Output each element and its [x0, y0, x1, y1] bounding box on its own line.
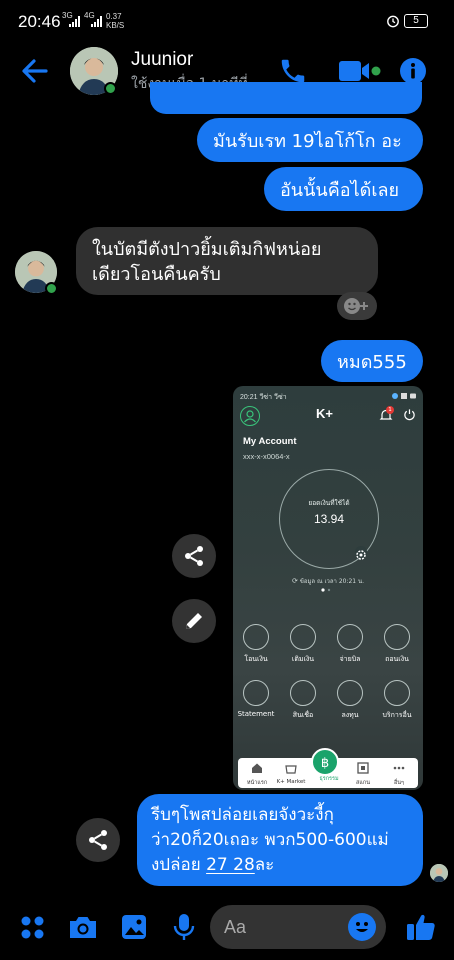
- message-line: รีบๆโพสปล่อยเลยจังวะงี้กุ: [151, 805, 334, 825]
- add-reaction-button[interactable]: [337, 292, 377, 320]
- message-composer: [0, 898, 454, 960]
- shared-image[interactable]: 20:21 วีซ่า วีซ่า K+ 1 My Account xxx-x-…: [233, 386, 423, 790]
- apps-icon[interactable]: [20, 912, 46, 942]
- message-bubble-outgoing[interactable]: หมด555: [321, 340, 423, 382]
- balance-label: ยอดเงินที่ใช้ได้: [308, 499, 350, 507]
- settings-gear-icon: [355, 546, 367, 560]
- message-bubble-partial[interactable]: [150, 82, 422, 114]
- message-line: เดียวโอนคืนครับ: [92, 264, 221, 285]
- share-icon: [89, 830, 107, 850]
- share-button[interactable]: [172, 534, 216, 578]
- balance-value: 13.94: [313, 512, 345, 526]
- status-time: 20:46: [18, 12, 61, 31]
- message-bubble-outgoing[interactable]: อันนั้นคือได้เลย: [264, 167, 423, 211]
- pencil-icon: [186, 613, 202, 629]
- contact-name[interactable]: Juunior: [131, 49, 193, 71]
- emoji-button[interactable]: [348, 913, 376, 941]
- read-receipt-avatar: [430, 864, 448, 882]
- online-status-dot: [104, 82, 117, 95]
- profile-icon: [240, 406, 260, 426]
- account-number: xxx-x-x0064-x: [243, 452, 290, 461]
- battery-indicator: 5: [404, 14, 428, 28]
- tile-topup: เติมเงิน: [281, 624, 325, 665]
- signal-bars-icon: [91, 16, 102, 27]
- signal-bars-icon: [69, 16, 80, 27]
- image-status-bar: 20:21 วีซ่า วีซ่า: [240, 394, 287, 401]
- message-line: ในบัตมีตังปาวยิ้มเติมกิฟหน่อย: [92, 239, 322, 260]
- message-input[interactable]: [224, 905, 344, 949]
- status-bar: 20:46 3G 4G 0.37 KB/S 5: [0, 0, 454, 44]
- tile-transfer: โอนเงิน: [234, 624, 278, 665]
- nav-scan: สแกน: [346, 760, 380, 787]
- message-bubble-outgoing[interactable]: มันรับเรท 19ไอโก้โก อะ: [197, 118, 423, 162]
- online-status-dot: [45, 282, 58, 295]
- power-icon: [404, 409, 415, 421]
- gallery-icon[interactable]: [120, 912, 148, 942]
- kplus-logo: K+: [316, 406, 333, 421]
- tile-pay-bill: จ่ายบิล: [328, 624, 372, 665]
- thumbs-up-icon[interactable]: [405, 912, 437, 942]
- message-bubble-outgoing[interactable]: รีบๆโพสปล่อยเลยจังวะงี้กุ ว่า20ก็20เถอะ …: [137, 794, 423, 886]
- nav-home: หน้าแรก: [240, 760, 274, 787]
- message-input-field[interactable]: [210, 905, 386, 949]
- notification-badge: 1: [386, 406, 394, 414]
- balance-circle: ยอดเงินที่ใช้ได้ 13.94: [279, 469, 379, 569]
- edit-image-button[interactable]: [172, 599, 216, 643]
- microphone-icon[interactable]: [172, 912, 196, 942]
- emoji-icon: [356, 922, 368, 932]
- network-speed: 0.37 KB/S: [106, 12, 125, 30]
- svg-text:฿: ฿: [321, 755, 329, 770]
- tile-statement: Statement: [234, 680, 278, 718]
- account-title: My Account: [243, 436, 297, 447]
- message-line: ว่า20ก็20เถอะ พวก500-600แม่: [151, 830, 389, 850]
- share-button[interactable]: [76, 818, 120, 862]
- emoji-add-icon: [344, 298, 368, 314]
- tile-more-services: บริการอื่น: [375, 680, 419, 721]
- tile-withdraw: ถอนเงิน: [375, 624, 419, 665]
- nav-market: K+ Market: [274, 760, 308, 785]
- message-bubble-incoming[interactable]: ในบัตมีตังปาวยิ้มเติมกิฟหน่อย เดียวโอนคื…: [76, 227, 378, 295]
- share-icon: [185, 546, 203, 566]
- alarm-icon: [387, 15, 399, 28]
- tile-invest: ลงทุน: [328, 680, 372, 721]
- image-status-icons: [392, 393, 416, 399]
- message-link[interactable]: 27 28: [206, 855, 255, 875]
- nav-center-button: ฿: [311, 748, 339, 776]
- tile-loan: สินเชื่อ: [281, 680, 325, 721]
- nav-more: อื่นๆ: [382, 760, 416, 787]
- page-indicator: [321, 588, 331, 592]
- back-arrow-icon[interactable]: [18, 54, 52, 88]
- message-line: งปล่อย 27 28ละ: [151, 855, 275, 875]
- balance-info: ⟳ ข้อมูล ณ เวลา 20:21 น.: [291, 577, 365, 585]
- camera-icon[interactable]: [67, 912, 99, 942]
